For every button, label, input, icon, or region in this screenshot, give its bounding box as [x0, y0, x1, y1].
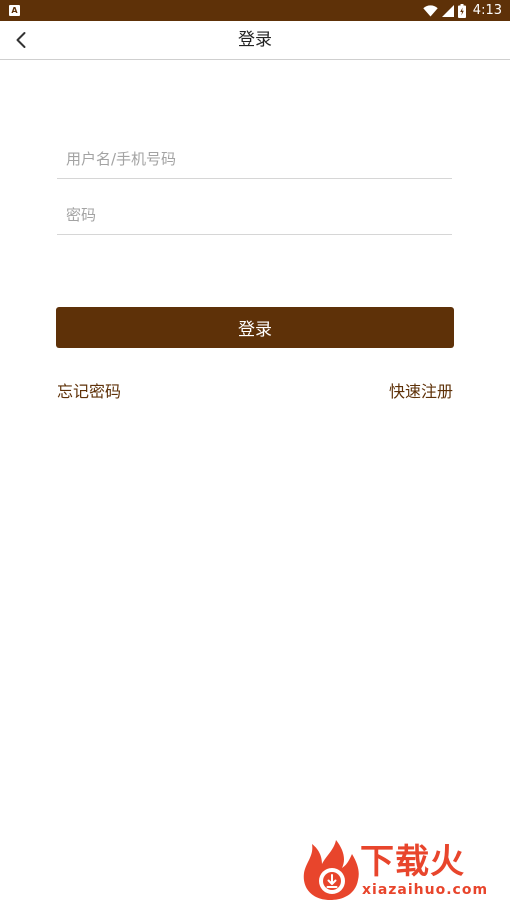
login-button[interactable]: 登录	[56, 307, 454, 348]
watermark-brand: 下载火	[360, 842, 465, 882]
wifi-icon	[423, 4, 438, 16]
status-icons: 4:13	[423, 0, 502, 21]
forgot-password-link[interactable]: 忘记密码	[57, 381, 121, 403]
signal-icon	[441, 4, 454, 17]
back-button[interactable]	[6, 25, 36, 55]
chevron-left-icon	[16, 32, 26, 48]
battery-icon	[457, 3, 466, 18]
username-input[interactable]	[57, 139, 452, 179]
watermark-logo: 下载火 xiazaihuo.com	[300, 838, 506, 902]
app-bar: 登录	[0, 21, 510, 60]
status-time: 4:13	[472, 3, 502, 18]
page-title: 登录	[238, 30, 272, 50]
flame-icon	[303, 840, 359, 900]
watermark-domain: xiazaihuo.com	[362, 882, 489, 898]
status-bar: A 4:13	[0, 0, 510, 21]
a-letter-icon: A	[9, 5, 20, 16]
password-input[interactable]	[57, 195, 452, 235]
register-link[interactable]: 快速注册	[389, 381, 453, 403]
